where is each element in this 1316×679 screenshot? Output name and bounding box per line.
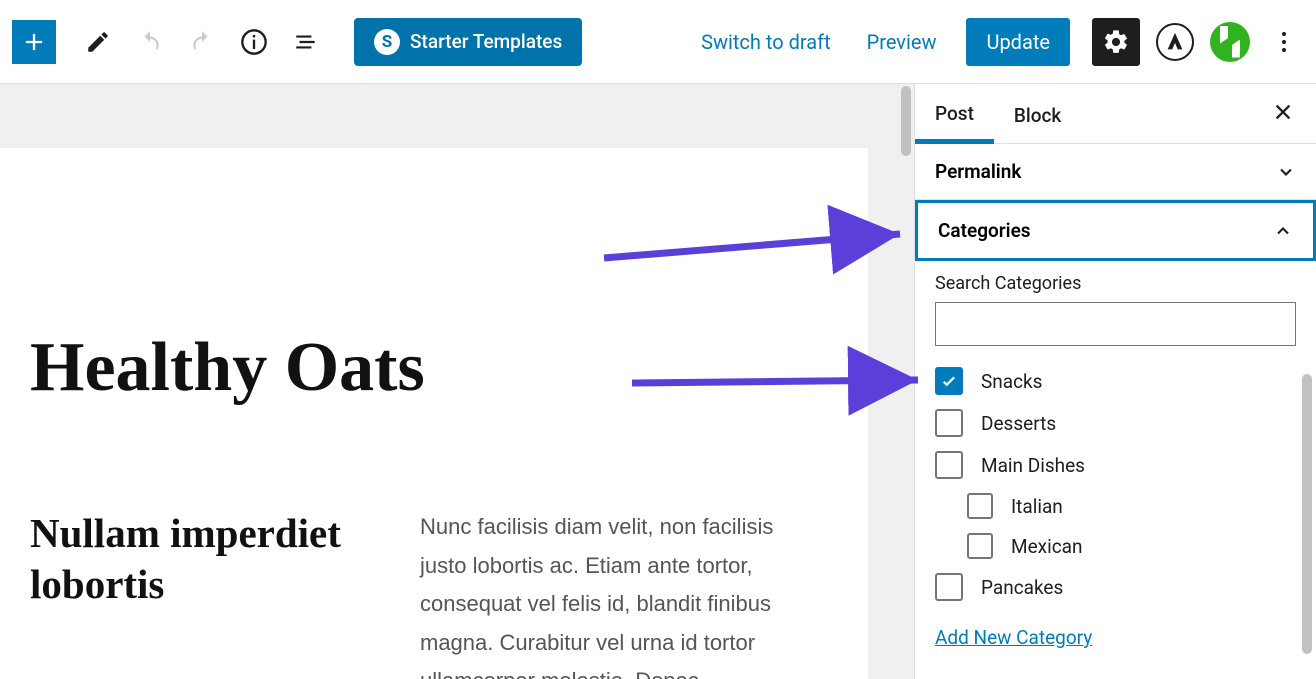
close-sidebar-button[interactable] [1260, 93, 1306, 135]
preview-button[interactable]: Preview [853, 20, 951, 64]
annotation-arrow-snacks [632, 368, 932, 402]
category-label: Main Dishes [981, 454, 1085, 477]
redo-icon [189, 29, 215, 55]
plus-icon [20, 28, 48, 56]
categories-label: Categories [938, 219, 1031, 242]
permalink-label: Permalink [935, 160, 1021, 183]
category-checkbox[interactable] [967, 533, 993, 559]
category-label: Mexican [1011, 535, 1082, 558]
tab-post[interactable]: Post [915, 84, 994, 144]
post-paragraph[interactable]: Nunc facilisis diam velit, non facilisis… [420, 508, 820, 679]
info-icon [240, 28, 268, 56]
category-row[interactable]: Italian [935, 486, 1296, 526]
sidebar-scrollbar[interactable] [1302, 374, 1312, 654]
annotation-arrow-categories [604, 222, 914, 276]
redo-button[interactable] [180, 20, 224, 64]
category-checkbox[interactable] [935, 367, 963, 395]
starter-icon: S [374, 29, 400, 55]
starter-templates-button[interactable]: S Starter Templates [354, 18, 582, 66]
outline-button[interactable] [284, 20, 328, 64]
category-label: Snacks [981, 370, 1043, 393]
post-subheading[interactable]: Nullam imperdiet lobortis [30, 508, 360, 679]
gear-icon [1102, 28, 1130, 56]
categories-panel-body: Search Categories Snacks Desserts Main Dis… [915, 261, 1316, 649]
add-new-category-link[interactable]: Add New Category [935, 626, 1092, 649]
starter-label: Starter Templates [410, 30, 562, 53]
update-button[interactable]: Update [966, 18, 1070, 66]
chevron-down-icon [1276, 162, 1296, 182]
category-row[interactable]: Mexican [935, 526, 1296, 566]
pencil-icon [85, 29, 111, 55]
list-icon [293, 29, 319, 55]
settings-button[interactable] [1092, 18, 1140, 66]
tab-block[interactable]: Block [994, 86, 1081, 141]
undo-button[interactable] [128, 20, 172, 64]
add-block-button[interactable] [12, 20, 56, 64]
edit-tool-button[interactable] [76, 20, 120, 64]
info-button[interactable] [232, 20, 276, 64]
category-label: Italian [1011, 495, 1063, 518]
more-menu-button[interactable] [1264, 32, 1304, 52]
category-checkbox[interactable] [935, 573, 963, 601]
editor-toolbar: S Starter Templates Switch to draft Prev… [0, 0, 1316, 84]
category-row[interactable]: Pancakes [935, 566, 1296, 608]
category-label: Pancakes [981, 576, 1063, 599]
category-checkbox[interactable] [935, 409, 963, 437]
check-icon [940, 372, 958, 390]
category-row[interactable]: Snacks [935, 360, 1296, 402]
panel-permalink[interactable]: Permalink [915, 144, 1316, 200]
undo-icon [137, 29, 163, 55]
category-row[interactable]: Desserts [935, 402, 1296, 444]
search-categories-input[interactable] [935, 302, 1296, 346]
astra-button[interactable] [1156, 23, 1194, 61]
sidebar-tabs: Post Block [915, 84, 1316, 144]
switch-to-draft-button[interactable]: Switch to draft [687, 20, 845, 64]
settings-sidebar: Post Block Permalink Categories Search C… [914, 84, 1316, 679]
search-categories-label: Search Categories [935, 273, 1296, 294]
categories-list: Snacks Desserts Main Dishes Italian Mexican P… [935, 360, 1296, 608]
panel-categories[interactable]: Categories [915, 200, 1316, 261]
chevron-up-icon [1273, 221, 1293, 241]
close-icon [1272, 101, 1294, 123]
jetpack-button[interactable] [1210, 22, 1250, 62]
category-checkbox[interactable] [935, 451, 963, 479]
category-label: Desserts [981, 412, 1056, 435]
category-row[interactable]: Main Dishes [935, 444, 1296, 486]
astra-icon [1164, 31, 1186, 53]
category-checkbox[interactable] [967, 493, 993, 519]
